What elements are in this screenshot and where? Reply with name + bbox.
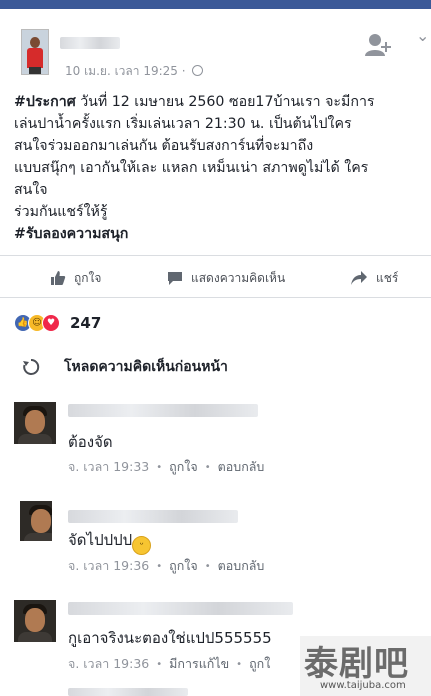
comment-meta: จ. เวลา 19:33 • ถูกใจ • ตอบกลับ xyxy=(68,457,264,477)
watermark-url: www.taijuba.com xyxy=(320,680,406,691)
load-previous-label: โหลดความคิดเห็นก่อนหน้า xyxy=(64,359,228,375)
comment-avatar[interactable] xyxy=(14,600,56,642)
commenter-name-blurred[interactable] xyxy=(68,404,258,417)
comment-reply-link[interactable]: ตอบกลับ xyxy=(218,556,265,576)
post-meta: 10 เม.ย. เวลา 19:25 · xyxy=(65,62,204,81)
watermark-logo-text: 泰剧吧 xyxy=(304,644,409,684)
comment-meta: จ. เวลา 19:36 • ถูกใจ • ตอบกลับ xyxy=(68,556,264,576)
divider-top xyxy=(0,255,431,256)
comment-button[interactable]: แสดงความคิดเห็น xyxy=(167,268,285,288)
post-body: #ประกาศ วันที่ 12 เมษายน 2560 ซอย17บ้านเ… xyxy=(14,91,426,245)
commenter-name-blurred[interactable] xyxy=(68,602,293,615)
thumbs-up-icon xyxy=(51,271,66,285)
add-friend-icon[interactable] xyxy=(364,32,392,58)
comment-time[interactable]: จ. เวลา 19:36 xyxy=(68,654,149,674)
post-author-avatar[interactable] xyxy=(21,29,49,75)
reload-icon xyxy=(23,358,40,375)
like-label: ถูกใจ xyxy=(74,270,102,285)
share-arrow-icon xyxy=(351,271,367,285)
chevron-down-icon[interactable]: ⌄ xyxy=(416,26,429,45)
watermark: 泰剧吧 www.taijuba.com xyxy=(300,636,431,696)
reactions-summary[interactable]: 👍 ☺ ♥ 247 xyxy=(14,312,101,334)
comment-text: จัดไปปปป ᵕ xyxy=(68,528,152,555)
post-timestamp[interactable]: 10 เม.ย. เวลา 19:25 · xyxy=(65,64,189,78)
comment-edited-label[interactable]: มีการแก้ไข xyxy=(169,654,229,674)
commenter-name-blurred[interactable] xyxy=(68,510,238,523)
comment-like-link[interactable]: ถูกใจ xyxy=(169,457,198,477)
post-body-rest: เล่นปาน้ำครั้งแรก เริ่มเล่นเวลา 21:30 น.… xyxy=(14,116,369,220)
post-body-line1: วันที่ 12 เมษายน 2560 ซอย17บ้านเรา จะมีก… xyxy=(75,94,375,110)
comment-avatar[interactable] xyxy=(20,501,52,541)
share-label: แชร์ xyxy=(376,270,399,285)
comment-reply-link[interactable]: ตอบกลับ xyxy=(218,457,265,477)
love-reaction-icon: ♥ xyxy=(42,314,60,332)
comment-like-link[interactable]: ถูกใ xyxy=(249,654,270,674)
like-button[interactable]: ถูกใจ xyxy=(50,268,101,288)
share-button[interactable]: แชร์ xyxy=(350,268,398,288)
comment-time[interactable]: จ. เวลา 19:33 xyxy=(68,457,149,477)
comment-like-link[interactable]: ถูกใจ xyxy=(169,556,198,576)
comment-avatar[interactable] xyxy=(14,402,56,444)
divider-bottom xyxy=(0,297,431,298)
load-previous-comments[interactable]: โหลดความคิดเห็นก่อนหน้า xyxy=(22,355,228,379)
comment-text: กูเอาจริงนะตองใช่แปป555555 xyxy=(68,629,272,647)
comment-text-content: จัดไปปปป xyxy=(68,531,133,549)
next-comment-blurred xyxy=(68,688,188,696)
comment-meta: จ. เวลา 19:36 • มีการแก้ไข • ถูกใ xyxy=(68,654,270,674)
hashtag-announcement[interactable]: #ประกาศ xyxy=(14,94,76,110)
top-app-bar xyxy=(0,0,431,9)
comment-time[interactable]: จ. เวลา 19:36 xyxy=(68,556,149,576)
grinning-emoji-icon: ᵕ xyxy=(132,536,152,555)
comment-text: ต้องจัด xyxy=(68,433,113,451)
globe-icon xyxy=(192,65,204,76)
comment-label: แสดงความคิดเห็น xyxy=(191,270,286,285)
hashtag-fun[interactable]: #รับลองความสนุก xyxy=(14,226,128,242)
comment-bubble-icon xyxy=(168,272,182,285)
post-author-name-blurred[interactable] xyxy=(60,37,120,49)
reaction-count: 247 xyxy=(70,314,102,332)
